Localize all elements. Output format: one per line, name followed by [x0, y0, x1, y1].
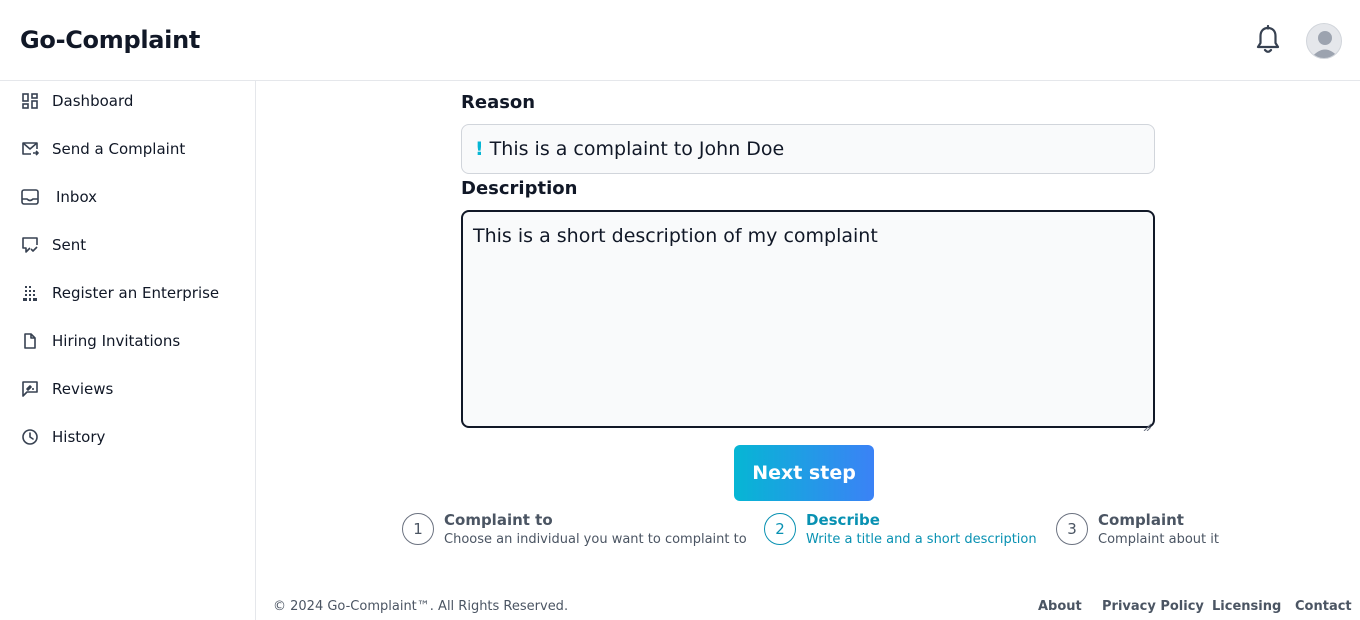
reason-prefix: !	[475, 138, 484, 160]
footer-link-licensing[interactable]: Licensing	[1212, 599, 1281, 614]
step-title: Describe	[806, 511, 880, 529]
step-complaint-to[interactable]: 1 Complaint to Choose an individual you …	[402, 511, 747, 550]
step-number: 2	[764, 513, 796, 545]
step-number: 1	[402, 513, 434, 545]
description-value: This is a short description of my compla…	[473, 225, 878, 247]
sidebar-item-label: Sent	[52, 236, 87, 254]
brand-logo[interactable]: Go-Complaint	[20, 26, 200, 54]
sidebar-item-dashboard[interactable]: Dashboard	[12, 81, 248, 121]
document-icon	[20, 331, 40, 351]
bell-icon[interactable]	[1254, 24, 1282, 55]
next-step-button[interactable]: Next step	[734, 445, 874, 501]
sidebar-item-reviews[interactable]: Reviews	[12, 369, 248, 409]
sidebar-item-register-enterprise[interactable]: Register an Enterprise	[12, 273, 248, 313]
resize-handle-icon[interactable]	[1143, 416, 1152, 432]
step-number: 3	[1056, 513, 1088, 545]
sidebar-item-label: History	[52, 428, 106, 446]
sidebar-item-label: Register an Enterprise	[52, 284, 220, 302]
step-title: Complaint to	[444, 511, 553, 529]
sidebar-item-sent[interactable]: Sent	[12, 225, 248, 265]
footer-link-about[interactable]: About	[1038, 599, 1082, 614]
sidebar-item-label: Hiring Invitations	[52, 332, 181, 350]
grid-icon	[20, 91, 40, 111]
sidebar-item-label: Inbox	[56, 188, 98, 206]
step-subtitle: Complaint about it	[1098, 532, 1219, 547]
sidebar: Dashboard Send a Complaint Inbox Sent Re…	[0, 81, 256, 620]
description-label: Description	[461, 178, 578, 199]
main-content: Reason ! This is a complaint to John Doe…	[256, 81, 1360, 620]
top-bar: Go-Complaint	[0, 0, 1360, 81]
sidebar-item-history[interactable]: History	[12, 417, 248, 457]
footer-link-contact[interactable]: Contact	[1295, 599, 1352, 614]
buildings-icon	[20, 283, 40, 303]
reason-label: Reason	[461, 92, 536, 113]
review-icon	[20, 379, 40, 399]
inbox-icon	[20, 187, 40, 207]
sidebar-item-label: Send a Complaint	[52, 140, 186, 158]
reason-value: This is a complaint to John Doe	[489, 138, 785, 160]
footer-link-privacy-policy[interactable]: Privacy Policy	[1102, 599, 1204, 614]
avatar-icon[interactable]	[1306, 23, 1342, 59]
step-subtitle: Choose an individual you want to complai…	[444, 532, 747, 547]
step-subtitle: Write a title and a short description	[806, 532, 1037, 547]
sidebar-item-label: Reviews	[52, 380, 114, 398]
sidebar-item-inbox[interactable]: Inbox	[12, 177, 248, 217]
sidebar-item-label: Dashboard	[52, 92, 134, 110]
mail-send-icon	[20, 139, 40, 159]
step-describe[interactable]: 2 Describe Write a title and a short des…	[764, 511, 1037, 550]
step-title: Complaint	[1098, 511, 1184, 529]
reason-input[interactable]: ! This is a complaint to John Doe	[461, 124, 1155, 174]
step-complaint[interactable]: 3 Complaint Complaint about it	[1056, 511, 1219, 550]
sidebar-item-send-complaint[interactable]: Send a Complaint	[12, 129, 248, 169]
clock-icon	[20, 427, 40, 447]
footer-copyright: © 2024 Go-Complaint™. All Rights Reserve…	[273, 599, 569, 614]
sidebar-item-hiring-invitations[interactable]: Hiring Invitations	[12, 321, 248, 361]
message-check-icon	[20, 235, 40, 255]
description-textarea[interactable]: This is a short description of my compla…	[461, 210, 1155, 432]
